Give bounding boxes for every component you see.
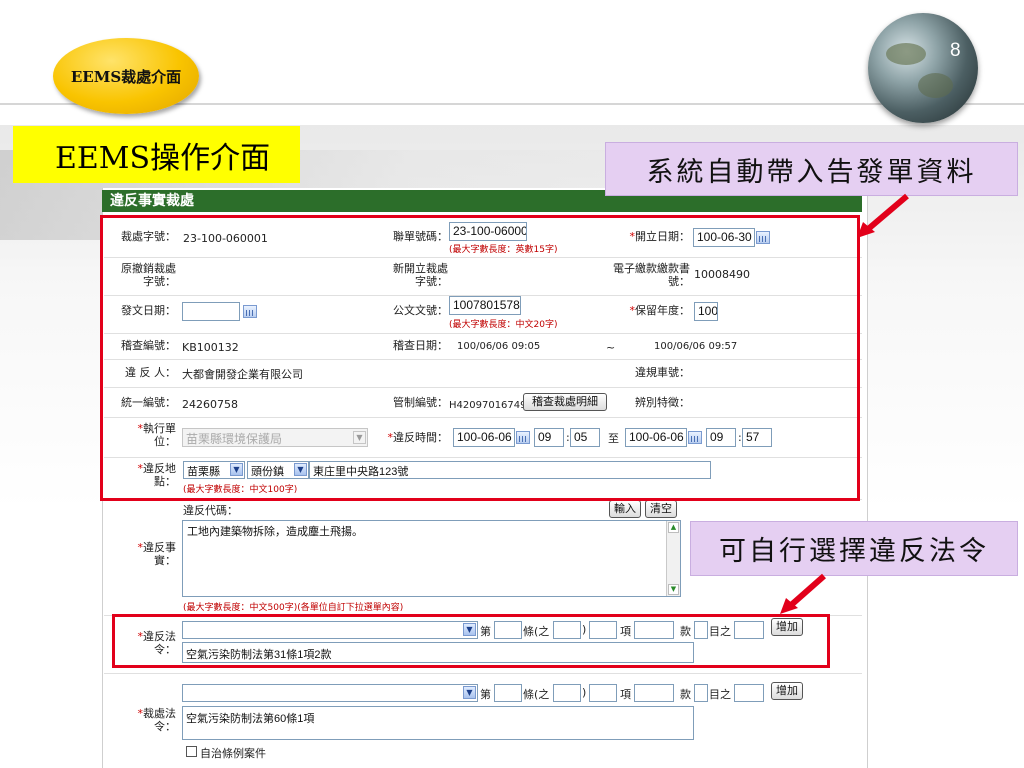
badge-label: EEMS裁處介面 [70,67,182,86]
fact-text: 工地內建築物拆除，造成塵土飛揚。 [187,525,363,538]
penalty-paren-close: ) [582,686,587,699]
penalty-article-input[interactable] [494,684,522,702]
penalty-point-sub-input[interactable] [734,684,764,702]
clear-button[interactable]: 清空 [645,500,677,518]
callout-law-select: 可自行選擇違反法令 [690,521,1018,576]
globe-icon [868,13,978,123]
penalty-label: *裁處法令： [137,707,177,733]
penalty-article-sub-label: 條(之 [523,688,550,701]
scrollbar[interactable]: ▲ ▼ [666,521,680,596]
section-badge: EEMS裁處介面 [53,38,199,114]
chevron-down-icon[interactable]: ▼ [463,686,476,699]
penalty-article-sub-input[interactable] [553,684,581,702]
penalty-select[interactable] [182,684,478,702]
self-rule-checkbox[interactable] [186,746,197,757]
penalty-article-label: 第 [480,688,491,701]
auto-fill-highlight [100,215,860,501]
penalty-point-input[interactable] [694,684,708,702]
globe-land [918,73,953,98]
penalty-point-label: 目之 [709,688,731,701]
penalty-value-field[interactable]: 空氣污染防制法第60條1項 [182,706,694,740]
arrow-icon [780,573,826,614]
fact-textarea[interactable]: 工地內建築物拆除，造成塵土飛揚。 ▲ ▼ [182,520,681,597]
fact-label: *違反事實： [137,541,177,567]
input-button[interactable]: 輸入 [609,500,641,518]
law-select-highlight [112,614,830,668]
globe-land [886,43,926,65]
scroll-up-icon[interactable]: ▲ [668,522,679,533]
slide-title: EEMS操作介面 [13,126,300,183]
self-rule-label: 自治條例案件 [200,747,266,760]
penalty-item-label: 項 [620,688,631,701]
page-number: 8 [950,40,961,61]
fact-hint: (最大字數長度：中文500字)(各單位自訂下拉選單內容) [183,603,404,613]
scroll-down-icon[interactable]: ▼ [668,584,679,595]
arrow-icon [857,193,909,238]
penalty-item-input[interactable] [589,684,617,702]
callout-auto-fill: 系統自動帶入告發單資料 [605,142,1018,196]
penalty-add-button[interactable]: 增加 [771,682,803,700]
penalty-subsection-input[interactable] [634,684,674,702]
code-label: 違反代碼： [183,504,238,517]
penalty-subsection-label: 款 [680,688,691,701]
